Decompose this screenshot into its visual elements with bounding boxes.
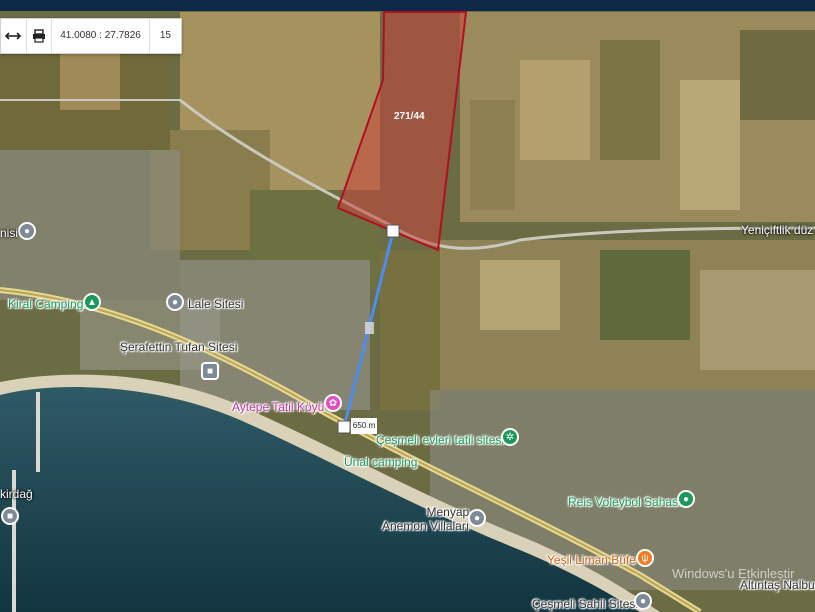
park-icon[interactable]: ✲	[501, 428, 519, 446]
road-label: Yeniçiftlik düz	[741, 223, 814, 237]
place-label: Menyap Anemon Villaları	[382, 505, 470, 533]
top-bar	[0, 0, 815, 11]
place-label: Şerafettin Tufan Sitesi	[120, 340, 238, 354]
place-pin-icon[interactable]: ●	[166, 293, 184, 311]
place-label: Aytepe Tatil Köyü	[232, 400, 325, 414]
place-pin-icon[interactable]: ●	[634, 592, 652, 610]
place-label: Ünal camping	[344, 455, 418, 469]
sport-icon[interactable]: ●	[677, 490, 695, 508]
pier	[36, 392, 40, 472]
food-icon[interactable]: ψ	[636, 549, 654, 567]
horizontal-arrows-icon	[5, 32, 22, 40]
measurement-mid-handle[interactable]	[365, 322, 374, 334]
resort-icon[interactable]: ✿	[324, 394, 342, 412]
place-pin-icon[interactable]: ■	[1, 507, 19, 525]
place-label: kirdağ	[0, 487, 33, 501]
place-label: Çeşmeli Sahil Sitesi	[532, 597, 639, 611]
print-button[interactable]	[27, 19, 53, 53]
place-pin-icon[interactable]: ●	[18, 222, 36, 240]
place-pin-icon[interactable]: ●	[468, 509, 486, 527]
measurement-start-handle[interactable]	[386, 224, 400, 238]
lock-pin-icon[interactable]: ■	[201, 362, 219, 380]
place-label: Reis Voleybol Sahası	[568, 495, 682, 509]
activation-watermark: Windows'u Etkinleştir	[672, 566, 795, 581]
parcel-label: 271/44	[394, 111, 425, 122]
measurement-end-handle[interactable]	[337, 420, 351, 434]
map-toolbar: 41.0080 : 27.7826 15	[0, 18, 182, 54]
place-label: Çeşmeli evleri tatil sitesi	[376, 433, 505, 447]
measure-button[interactable]	[1, 19, 27, 53]
camping-icon[interactable]: ▲	[83, 293, 101, 311]
place-label: Kiral Camping	[8, 297, 84, 311]
zoom-level: 15	[159, 30, 171, 41]
printer-icon	[32, 29, 45, 43]
place-label: Lale Sitesi	[188, 297, 244, 311]
coordinates-readout: 41.0080 : 27.7826	[52, 19, 150, 53]
place-label: nisi	[0, 226, 19, 240]
place-label: Yeşil Liman Büfe	[547, 553, 636, 567]
measurement-label: 650 m	[351, 418, 377, 434]
